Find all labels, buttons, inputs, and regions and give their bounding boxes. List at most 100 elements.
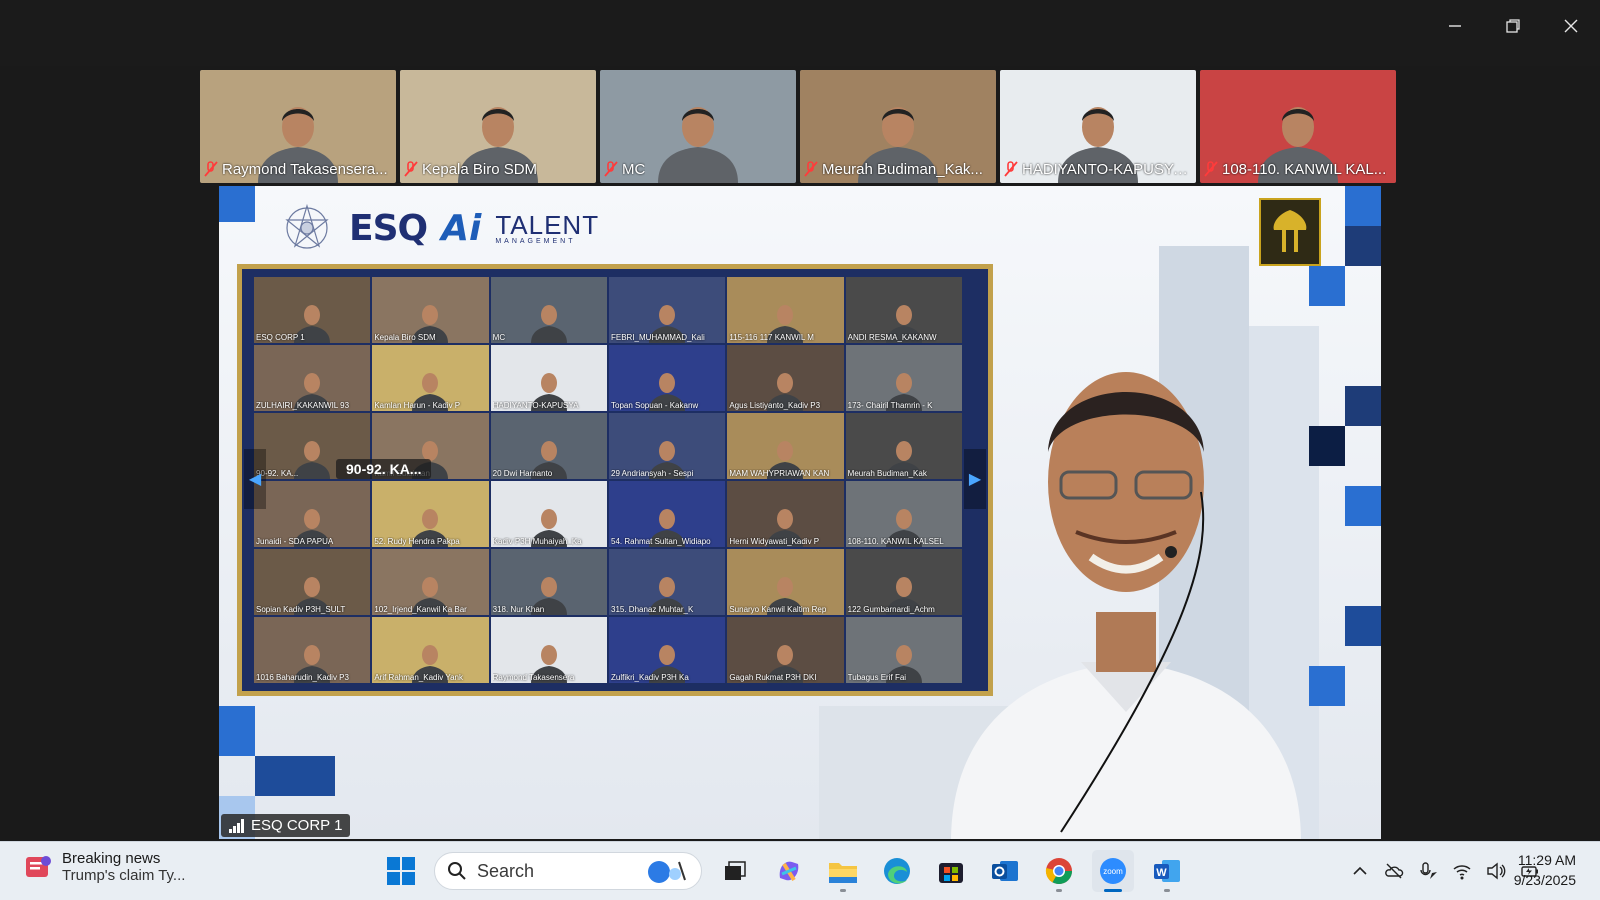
- participant-name-label: HADIYANTO-KAPUSYA...: [1004, 159, 1192, 179]
- mic-muted-icon: [1004, 161, 1018, 177]
- signal-strength-icon: [229, 818, 244, 833]
- gallery-tile-name: Kadiv P3H Muhaiyah_Ka: [492, 537, 582, 546]
- clock-time: 11:29 AM: [1517, 852, 1576, 868]
- zoom-button[interactable]: zoom: [1092, 850, 1134, 892]
- word-button[interactable]: W: [1146, 850, 1188, 892]
- gallery-tile-name: 54. Rahmat Sultan_Widiapo: [611, 537, 711, 546]
- gallery-tile-name: Herni Widyawati_Kadiv P: [729, 537, 820, 546]
- gallery-tile: 52. Rudy Hendra Pakpa: [372, 481, 489, 547]
- main-video-stage[interactable]: ESQ Ai TALENT MANAGEMENT ESQ CORP 1 Kepal…: [219, 186, 1381, 839]
- gallery-tile-name: MC: [492, 333, 506, 342]
- copilot-button[interactable]: [768, 850, 810, 892]
- chrome-icon: [1045, 858, 1073, 885]
- edge-button[interactable]: [876, 850, 918, 892]
- search-highlight-icon: [648, 861, 686, 883]
- gallery-tile-name: MAM WAHYPRIAWAN KAN: [729, 469, 830, 478]
- onedrive-icon[interactable]: [1384, 861, 1404, 881]
- store-icon: [939, 863, 963, 883]
- brand-talent: TALENT MANAGEMENT: [495, 212, 599, 245]
- gallery-tile: Kepala Biro SDM: [372, 277, 489, 343]
- gallery-tile: Sunaryo Kanwil Kaltim Rep: [727, 549, 844, 615]
- edge-icon: [884, 858, 910, 884]
- volume-icon[interactable]: [1486, 861, 1506, 881]
- news-subtitle: Trump's claim Ty...: [62, 867, 186, 884]
- gallery-tile: Gagah Rukmat P3H DKI: [727, 617, 844, 683]
- title-bar: [0, 0, 1600, 66]
- gallery-tile: Kadiv P3H Muhaiyah_Ka: [490, 481, 607, 547]
- gallery-tile-name: Sunaryo Kanwil Kaltim Rep: [729, 605, 827, 614]
- store-button[interactable]: [930, 850, 972, 892]
- gallery-tile-name: 102_Irjend_Kanwil Ka Bar: [374, 605, 467, 614]
- gallery-tile-name: Kamlan Harun - Kadiv P: [374, 401, 461, 410]
- gallery-tile-name: Agus Listiyanto_Kadiv P3: [729, 401, 821, 410]
- gallery-tile: 54. Rahmat Sultan_Widiapo: [609, 481, 726, 547]
- chrome-button[interactable]: [1038, 850, 1080, 892]
- gallery-tile-name: ZULHAIRI_KAKANWIL 93: [256, 401, 350, 410]
- participant-tile[interactable]: 108-110. KANWIL KAL...: [1200, 70, 1396, 183]
- windows-logo-icon: [387, 857, 415, 885]
- mic-muted-icon: [804, 161, 818, 177]
- microphone-location-icon[interactable]: [1418, 861, 1438, 881]
- news-widget[interactable]: Breaking news Trump's claim Ty...: [24, 850, 185, 884]
- start-button[interactable]: [380, 850, 422, 892]
- gallery-tile: MC: [490, 277, 607, 343]
- participant-tile[interactable]: HADIYANTO-KAPUSYA...: [1000, 70, 1196, 183]
- gallery-tile-name: 1016 Baharudin_Kadiv P3: [256, 673, 349, 682]
- gallery-tile: FEBRI_MUHAMMAD_Kali: [609, 277, 726, 343]
- restore-button[interactable]: [1490, 8, 1536, 44]
- gallery-hover-label: 90-92. KA...: [336, 459, 432, 479]
- mic-muted-icon: [404, 161, 418, 177]
- gallery-tile: Sopian Kadiv P3H_SULT: [254, 549, 371, 615]
- participant-tile[interactable]: Raymond Takasensera...: [200, 70, 396, 183]
- gallery-tile-name: ESQ CORP 1: [256, 333, 305, 342]
- task-view-button[interactable]: [714, 850, 756, 892]
- gallery-tile-name: Sopian Kadiv P3H_SULT: [256, 605, 346, 614]
- gallery-tile-name: Topan Sopuan - Kakanw: [611, 401, 699, 410]
- gallery-tile-name: Raymond Takasensera: [492, 673, 575, 682]
- stage-participant-label: ESQ CORP 1: [221, 814, 351, 837]
- brand-ai: Ai: [441, 207, 482, 249]
- participant-tile[interactable]: Kepala Biro SDM: [400, 70, 596, 183]
- participant-name-label: MC: [604, 159, 792, 179]
- gallery-tile-name: FEBRI_MUHAMMAD_Kali: [611, 333, 705, 342]
- task-view-icon: [725, 861, 746, 880]
- system-tray: [1350, 850, 1540, 892]
- participant-name-label: Raymond Takasensera...: [204, 159, 392, 179]
- close-button[interactable]: [1548, 8, 1594, 44]
- mic-muted-icon: [604, 161, 618, 177]
- gallery-tile: Zulfikri_Kadiv P3H Ka: [609, 617, 726, 683]
- gallery-tile: 1016 Baharudin_Kadiv P3: [254, 617, 371, 683]
- taskbar-search[interactable]: Search: [434, 852, 702, 890]
- participant-tile[interactable]: Meurah Budiman_Kak...: [800, 70, 996, 183]
- outlook-button[interactable]: [984, 850, 1026, 892]
- search-placeholder: Search: [477, 860, 535, 881]
- gallery-tile: 318. Nur Khan: [490, 549, 607, 615]
- minimize-icon: [1449, 25, 1461, 27]
- gallery-tile-name: HADIYANTO-KAPUSYA: [492, 401, 579, 410]
- ministry-emblem-icon: [1259, 198, 1321, 266]
- participant-strip: Raymond Takasensera... Kepala Biro SDM MC M…: [200, 70, 1396, 183]
- close-icon: [1564, 19, 1578, 33]
- brand-esq: ESQ: [349, 207, 428, 249]
- copilot-icon: [779, 861, 799, 882]
- participant-name-label: 108-110. KANWIL KAL...: [1204, 159, 1392, 179]
- participant-name-label: Kepala Biro SDM: [404, 159, 592, 179]
- gallery-tile-name: Gagah Rukmat P3H DKI: [729, 673, 817, 682]
- gallery-tile-name: 315. Dhanaz Muhtar_K: [611, 605, 694, 614]
- taskbar-clock[interactable]: 11:29 AM 9/23/2025: [1514, 850, 1576, 890]
- gallery-grid: ESQ CORP 1 Kepala Biro SDM MC FEBRI_MUHAMMA…: [254, 277, 962, 683]
- brand-talent-sub: MANAGEMENT: [495, 237, 576, 245]
- minimize-button[interactable]: [1432, 8, 1478, 44]
- shared-gallery-view: ESQ CORP 1 Kepala Biro SDM MC FEBRI_MUHAMMA…: [237, 264, 993, 696]
- esq-logo-icon: [285, 203, 329, 249]
- gallery-tile: ZULHAIRI_KAKANWIL 93: [254, 345, 371, 411]
- svg-text:W: W: [1156, 867, 1167, 879]
- gallery-tile: Herni Widyawati_Kadiv P: [727, 481, 844, 547]
- wifi-icon[interactable]: [1452, 861, 1472, 881]
- participant-tile[interactable]: MC: [600, 70, 796, 183]
- search-icon: [448, 862, 466, 880]
- mic-muted-icon: [204, 161, 218, 177]
- gallery-tile-name: 115-116 117 KANWIL M: [729, 333, 814, 342]
- file-explorer-button[interactable]: [822, 850, 864, 892]
- chevron-up-icon[interactable]: [1350, 861, 1370, 881]
